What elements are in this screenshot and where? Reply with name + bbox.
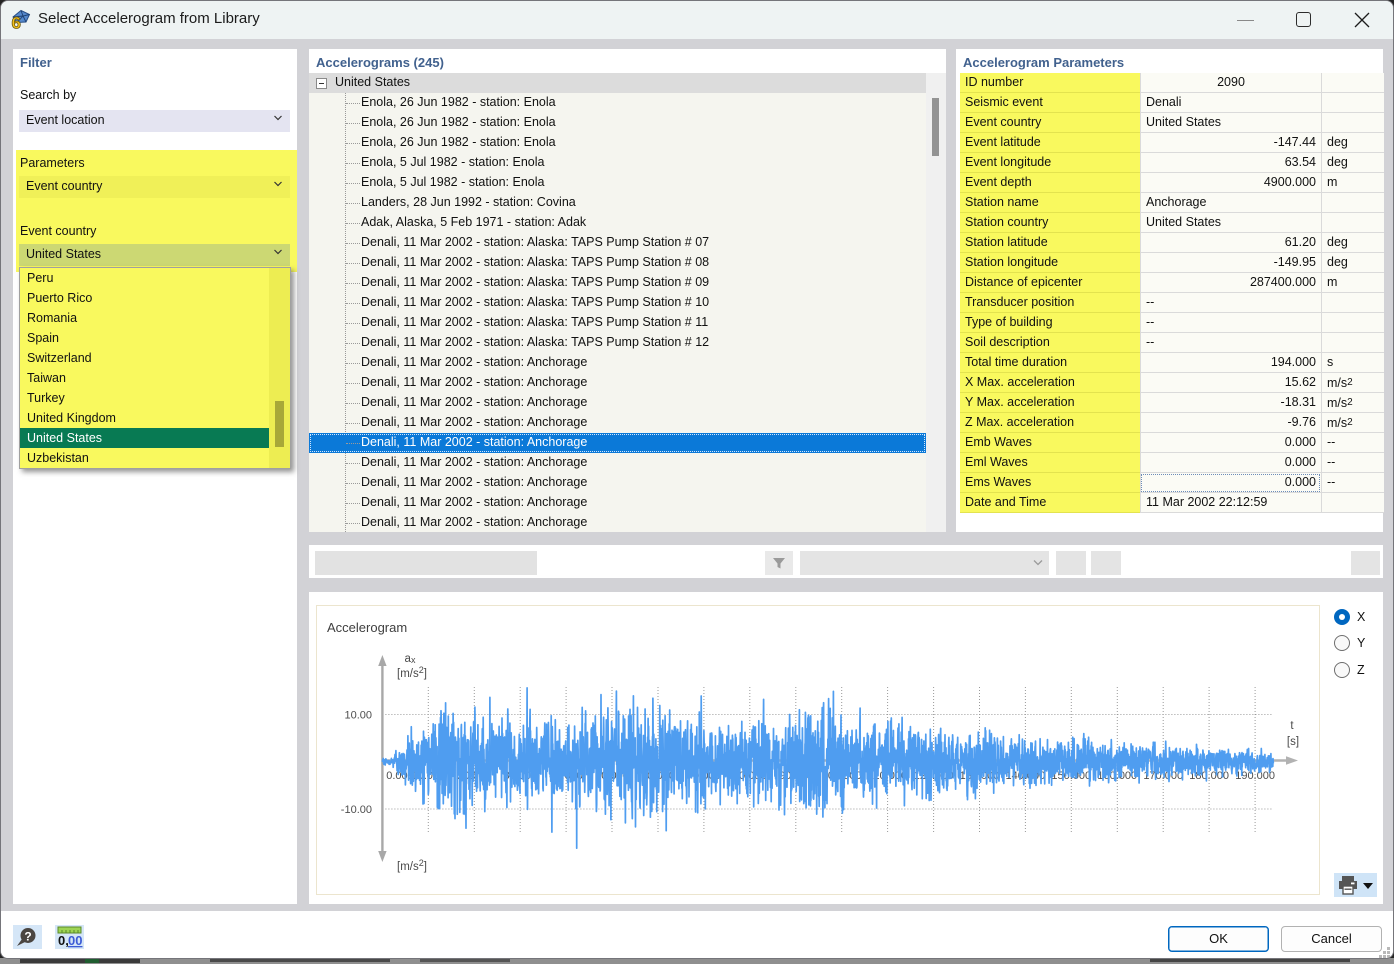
svg-text:[m/s2]: [m/s2] [397, 858, 427, 873]
svg-text:-10.00: -10.00 [341, 804, 372, 816]
svg-text:t: t [1290, 720, 1294, 732]
svg-text:[m/s2]: [m/s2] [397, 665, 427, 680]
svg-text:?: ? [24, 930, 31, 944]
svg-text:ax: ax [405, 653, 416, 665]
svg-text:00: 00 [68, 933, 82, 948]
svg-text:[s]: [s] [1287, 736, 1299, 748]
svg-text:Accelerogram: Accelerogram [327, 620, 407, 635]
svg-text:6: 6 [12, 14, 21, 32]
svg-text:10.00: 10.00 [344, 710, 372, 722]
